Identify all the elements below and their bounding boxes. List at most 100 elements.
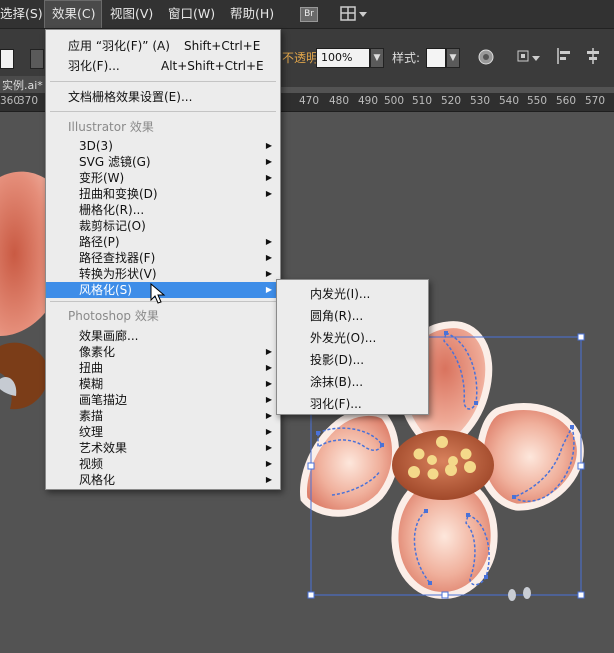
menu-item-label: SVG 滤镜(G) [79, 155, 151, 169]
recolor-artwork-icon[interactable] [478, 49, 494, 65]
menu-item-feather[interactable]: 羽化(F)... Alt+Shift+Ctrl+E [46, 58, 280, 74]
ruler-tick: 570 [585, 95, 606, 107]
menu-item-stylize-ps[interactable]: 风格化 ▶ [46, 472, 280, 488]
submenu-arrow-icon: ▶ [265, 459, 272, 468]
menu-item-rasterize[interactable]: 栅格化(R)... [46, 202, 280, 218]
submenu-arrow-icon: ▶ [265, 253, 272, 262]
menu-item-label: 裁剪标记(O) [79, 219, 146, 233]
menu-item-artistic[interactable]: 艺术效果 ▶ [46, 440, 280, 456]
menu-item-shortcut: Alt+Shift+Ctrl+E [161, 59, 264, 73]
menu-item-sketch[interactable]: 素描 ▶ [46, 408, 280, 424]
menu-item-warp[interactable]: 变形(W) ▶ [46, 170, 280, 186]
ruler-tick: 530 [470, 95, 491, 107]
submenu-arrow-icon: ▶ [265, 173, 272, 182]
stroke-dropdown[interactable] [30, 49, 44, 69]
menu-item-label: 变形(W) [79, 171, 125, 185]
mouse-cursor-icon [150, 283, 166, 304]
opacity-dropdown[interactable]: ▼ [370, 48, 384, 68]
menu-item-brush-strokes[interactable]: 画笔描边 ▶ [46, 392, 280, 408]
menu-item-texture[interactable]: 纹理 ▶ [46, 424, 280, 440]
submenu-arrow-icon: ▶ [265, 395, 272, 404]
menu-item-label: 风格化 [79, 473, 116, 487]
submenu-arrow-icon: ▶ [265, 141, 272, 150]
style-swatch[interactable] [426, 48, 446, 68]
menu-item-label: 效果画廊... [79, 329, 139, 343]
submenu-arrow-icon: ▶ [265, 347, 272, 356]
submenu-item-drop-shadow[interactable]: 投影(D)... [277, 352, 428, 368]
ruler-tick: 490 [358, 95, 379, 107]
submenu-item-inner-glow[interactable]: 内发光(I)... [277, 286, 428, 302]
style-dropdown[interactable]: ▼ [446, 48, 460, 68]
menu-item-convert-to-shape[interactable]: 转换为形状(V) ▶ [46, 266, 280, 282]
menu-item-label: 路径查找器(F) [79, 251, 156, 265]
menu-item-label: 内发光(I)... [310, 287, 371, 301]
menu-item-label: 路径(P) [79, 235, 120, 249]
menu-item-3d[interactable]: 3D(3) ▶ [46, 138, 280, 154]
menu-header-photoshop: Photoshop 效果 [46, 308, 280, 324]
menu-help[interactable]: 帮助(H) [230, 0, 282, 28]
submenu-item-round-corners[interactable]: 圆角(R)... [277, 308, 428, 324]
menu-item-effect-gallery[interactable]: 效果画廊... [46, 328, 280, 344]
submenu-item-scribble[interactable]: 涂抹(B)... [277, 374, 428, 390]
align-dropdown-icon[interactable] [516, 48, 544, 66]
menu-select[interactable]: 选择(S) [0, 0, 43, 28]
menu-effect[interactable]: 效果(C) [44, 0, 102, 28]
menu-item-label: 文档栅格效果设置(E)... [68, 90, 193, 104]
submenu-item-outer-glow[interactable]: 外发光(O)... [277, 330, 428, 346]
submenu-arrow-icon: ▶ [265, 379, 272, 388]
submenu-arrow-icon: ▶ [265, 189, 272, 198]
ruler-tick: 560 [556, 95, 577, 107]
menu-item-label: 扭曲 [79, 361, 104, 375]
effect-menu: 应用 “羽化(F)” (A) Shift+Ctrl+E 羽化(F)... Alt… [45, 29, 281, 490]
align-left-icon[interactable] [556, 47, 574, 65]
menu-header-illustrator: Illustrator 效果 [46, 119, 280, 135]
submenu-arrow-icon: ▶ [265, 157, 272, 166]
menu-header-label: Illustrator 效果 [68, 120, 154, 134]
menu-item-label: 投影(D)... [310, 353, 365, 367]
menu-item-label: 素描 [79, 409, 104, 423]
ruler-tick: 520 [441, 95, 462, 107]
menu-item-svg-filters[interactable]: SVG 滤镜(G) ▶ [46, 154, 280, 170]
style-label: 样式: [392, 51, 421, 65]
menu-item-path[interactable]: 路径(P) ▶ [46, 234, 280, 250]
menu-item-video[interactable]: 视频 ▶ [46, 456, 280, 472]
arrange-documents-icon[interactable] [340, 6, 368, 22]
menu-item-blur[interactable]: 模糊 ▶ [46, 376, 280, 392]
menu-item-crop-marks[interactable]: 裁剪标记(O) [46, 218, 280, 234]
ruler-tick: 540 [499, 95, 520, 107]
align-center-icon[interactable] [584, 47, 602, 65]
submenu-arrow-icon: ▶ [265, 475, 272, 484]
menu-item-distort-transform[interactable]: 扭曲和变换(D) ▶ [46, 186, 280, 202]
submenu-arrow-icon: ▶ [265, 411, 272, 420]
menu-item-label: 视频 [79, 457, 104, 471]
bridge-button[interactable]: Br [300, 7, 318, 22]
menu-item-apply-feather[interactable]: 应用 “羽化(F)” (A) Shift+Ctrl+E [46, 38, 280, 54]
submenu-arrow-icon: ▶ [265, 427, 272, 436]
ruler-tick: 370 [18, 95, 39, 107]
menu-item-pathfinder[interactable]: 路径查找器(F) ▶ [46, 250, 280, 266]
menu-separator [50, 81, 276, 82]
menu-item-raster-settings[interactable]: 文档栅格效果设置(E)... [46, 89, 280, 105]
menu-item-pixelate[interactable]: 像素化 ▶ [46, 344, 280, 360]
menu-window[interactable]: 窗口(W) [168, 0, 220, 28]
submenu-arrow-icon: ▶ [265, 269, 272, 278]
menu-item-distort[interactable]: 扭曲 ▶ [46, 360, 280, 376]
menu-separator [50, 111, 276, 112]
stylize-submenu: 内发光(I)... 圆角(R)... 外发光(O)... 投影(D)... 涂抹… [276, 279, 429, 415]
ruler-tick: 510 [412, 95, 433, 107]
menu-item-label: 扭曲和变换(D) [79, 187, 158, 201]
submenu-arrow-icon: ▶ [265, 285, 272, 294]
stroke-weight-field[interactable] [0, 49, 14, 69]
ruler-tick: 480 [329, 95, 350, 107]
menu-item-label: 转换为形状(V) [79, 267, 157, 281]
submenu-arrow-icon: ▶ [265, 363, 272, 372]
ruler-tick: 500 [384, 95, 405, 107]
submenu-item-feather[interactable]: 羽化(F)... [277, 396, 428, 412]
menu-item-label: 像素化 [79, 345, 116, 359]
menu-item-label: 3D(3) [79, 139, 113, 153]
menu-item-label: 涂抹(B)... [310, 375, 364, 389]
menu-view[interactable]: 视图(V) [110, 0, 160, 28]
menu-item-label: 栅格化(R)... [79, 203, 145, 217]
opacity-field[interactable]: 100% [316, 48, 370, 68]
menu-item-shortcut: Shift+Ctrl+E [184, 39, 261, 53]
